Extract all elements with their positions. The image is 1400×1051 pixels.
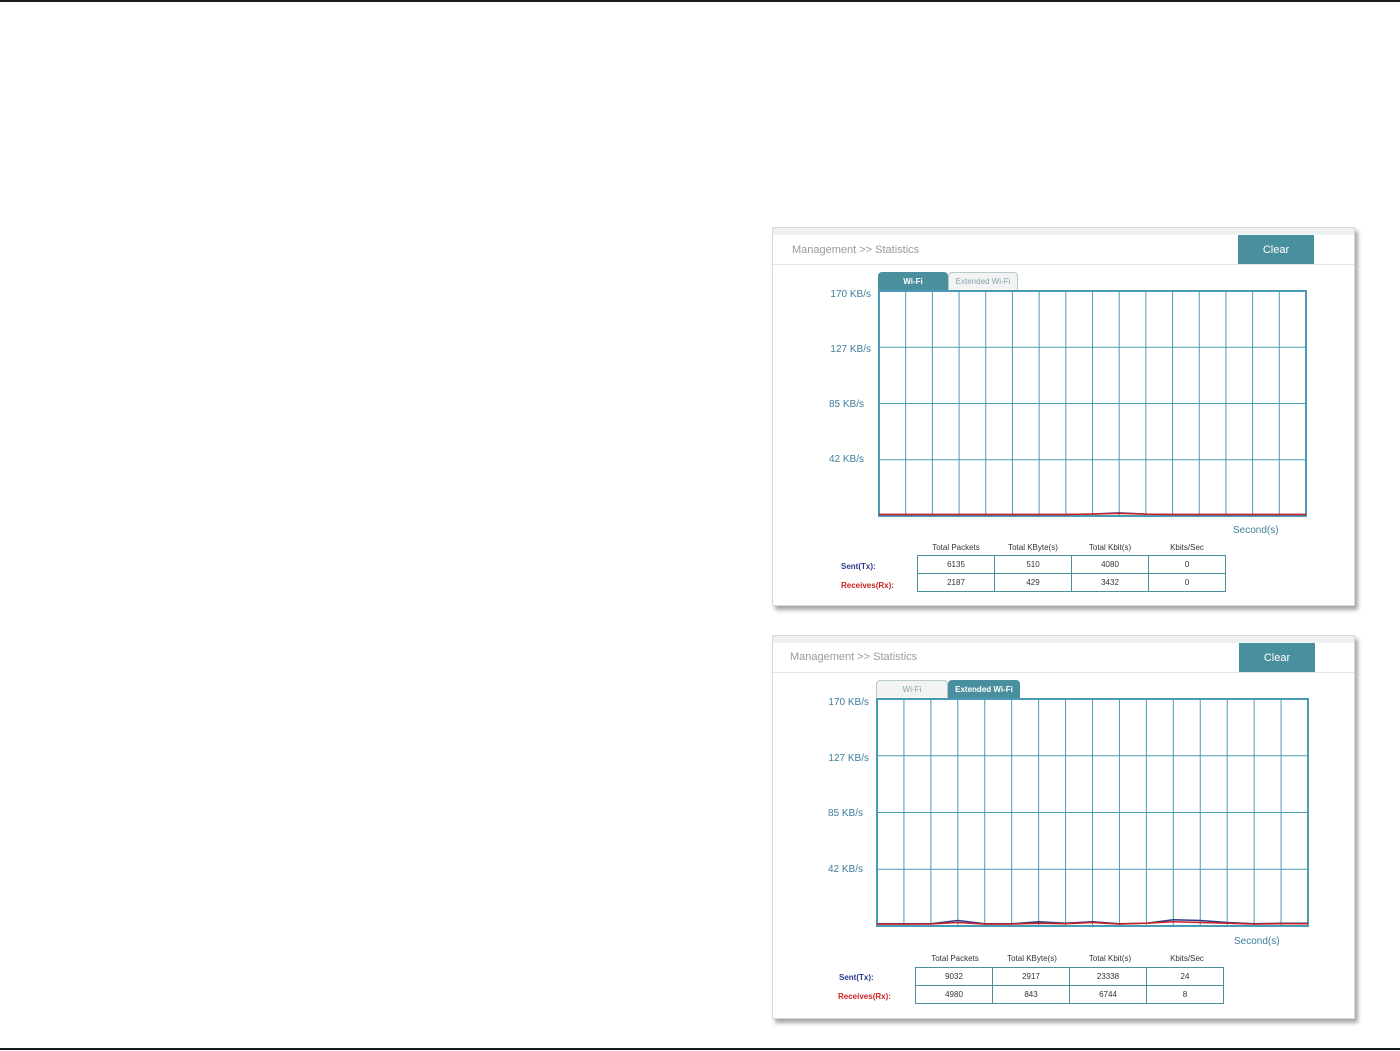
- breadcrumb: Management >> Statistics: [792, 244, 920, 256]
- column-header: Total Kbit(s): [1088, 543, 1132, 552]
- header-divider: [773, 672, 1354, 673]
- clear-button[interactable]: Clear: [1239, 643, 1315, 673]
- table-cell: 0: [1148, 573, 1226, 592]
- table-cell: 4080: [1071, 555, 1149, 574]
- tab-extended-wifi[interactable]: Extended Wi-Fi: [948, 680, 1020, 698]
- clear-button[interactable]: Clear: [1238, 235, 1314, 265]
- sent-tx-label: Sent(Tx):: [841, 562, 876, 571]
- table-cell: 9032: [915, 967, 993, 986]
- column-header: Total Kbit(s): [1088, 954, 1132, 963]
- column-header: Kbits/Sec: [1170, 954, 1204, 963]
- table-cell: 4980: [915, 985, 993, 1004]
- table-cell: 23338: [1069, 967, 1147, 986]
- statistics-panel-extended-wifi: Management >> Statistics Clear Wi-Fi Ext…: [772, 635, 1355, 1019]
- table-row: 9032 2917 23338 24: [915, 967, 1224, 986]
- receives-rx-label: Receives(Rx):: [841, 581, 894, 590]
- column-header: Total KByte(s): [1007, 954, 1057, 963]
- top-rule: [0, 0, 1400, 2]
- panel-top-strip: [773, 636, 1354, 643]
- table-cell: 6135: [917, 555, 995, 574]
- y-axis-label: 85 KB/s: [827, 808, 863, 819]
- table-row: 4980 843 6744 8: [915, 985, 1224, 1004]
- throughput-graph: [878, 290, 1307, 517]
- statistics-panel-wifi: Management >> Statistics Clear Wi-Fi Ext…: [772, 227, 1355, 606]
- y-axis-label: 85 KB/s: [828, 399, 864, 410]
- table-cell: 8: [1146, 985, 1224, 1004]
- table-row: 6135 510 4080 0: [917, 555, 1226, 574]
- y-axis-label: 170 KB/s: [830, 289, 871, 300]
- throughput-graph: [876, 698, 1309, 927]
- table-cell: 510: [994, 555, 1072, 574]
- column-header: Total KByte(s): [1008, 543, 1058, 552]
- statistics-table: 6135 510 4080 0 2187 429 3432 0: [917, 555, 1226, 592]
- breadcrumb: Management >> Statistics: [790, 651, 918, 663]
- column-header: Total Packets: [932, 543, 980, 552]
- y-axis-label: 127 KB/s: [828, 753, 869, 764]
- tab-wifi[interactable]: Wi-Fi: [876, 680, 948, 698]
- table-cell: 3432: [1071, 573, 1149, 592]
- table-row: 2187 429 3432 0: [917, 573, 1226, 592]
- table-cell: 6744: [1069, 985, 1147, 1004]
- x-axis-label: Second(s): [1233, 525, 1279, 536]
- column-header: Total Packets: [931, 954, 979, 963]
- table-cell: 24: [1146, 967, 1224, 986]
- x-axis-label: Second(s): [1234, 936, 1280, 947]
- table-cell: 2187: [917, 573, 995, 592]
- table-cell: 2917: [992, 967, 1070, 986]
- bottom-rule: [0, 1048, 1400, 1050]
- receives-rx-label: Receives(Rx):: [838, 992, 891, 1001]
- y-axis-label: 170 KB/s: [828, 697, 869, 708]
- column-header: Kbits/Sec: [1170, 543, 1204, 552]
- y-axis-label: 42 KB/s: [828, 454, 864, 465]
- table-cell: 843: [992, 985, 1070, 1004]
- tab-wifi[interactable]: Wi-Fi: [878, 272, 948, 290]
- statistics-table: 9032 2917 23338 24 4980 843 6744 8: [915, 967, 1224, 1004]
- table-cell: 429: [994, 573, 1072, 592]
- sent-tx-label: Sent(Tx):: [839, 973, 874, 982]
- panel-top-strip: [773, 228, 1354, 235]
- header-divider: [773, 264, 1354, 265]
- tab-extended-wifi[interactable]: Extended Wi-Fi: [948, 272, 1018, 290]
- table-cell: 0: [1148, 555, 1226, 574]
- y-axis-label: 127 KB/s: [830, 344, 871, 355]
- y-axis-label: 42 KB/s: [827, 864, 863, 875]
